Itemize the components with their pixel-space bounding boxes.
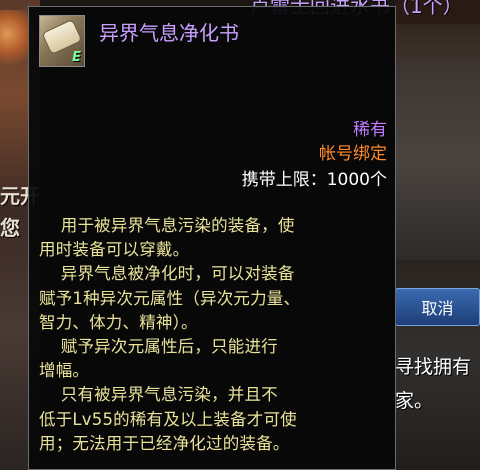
dialog-text-2: 家。 bbox=[395, 390, 434, 412]
scroll-icon: E bbox=[39, 15, 85, 67]
item-grade-mark: E bbox=[72, 50, 81, 65]
item-rarity: 稀有 bbox=[353, 120, 387, 140]
item-carry-limit: 携带上限：1000个 bbox=[241, 170, 387, 190]
scroll-icon-graphic bbox=[42, 20, 82, 54]
item-tooltip: E 异界气息净化书 稀有 帐号绑定 携带上限：1000个 用于被异界气息污染的装… bbox=[28, 6, 396, 470]
cancel-button[interactable]: 取消 bbox=[395, 288, 480, 326]
left-fragment-2: 您 bbox=[0, 216, 20, 240]
item-bind-type: 帐号绑定 bbox=[319, 144, 387, 164]
item-name: 异界气息净化书 bbox=[99, 21, 239, 45]
right-scene-panel bbox=[395, 60, 480, 260]
item-description: 用于被异界气息污染的装备，使 用时装备可以穿戴。 异界气息被净化时，可以对装备 … bbox=[39, 216, 301, 453]
dialog-text-1: 寻找拥有 bbox=[395, 356, 472, 378]
